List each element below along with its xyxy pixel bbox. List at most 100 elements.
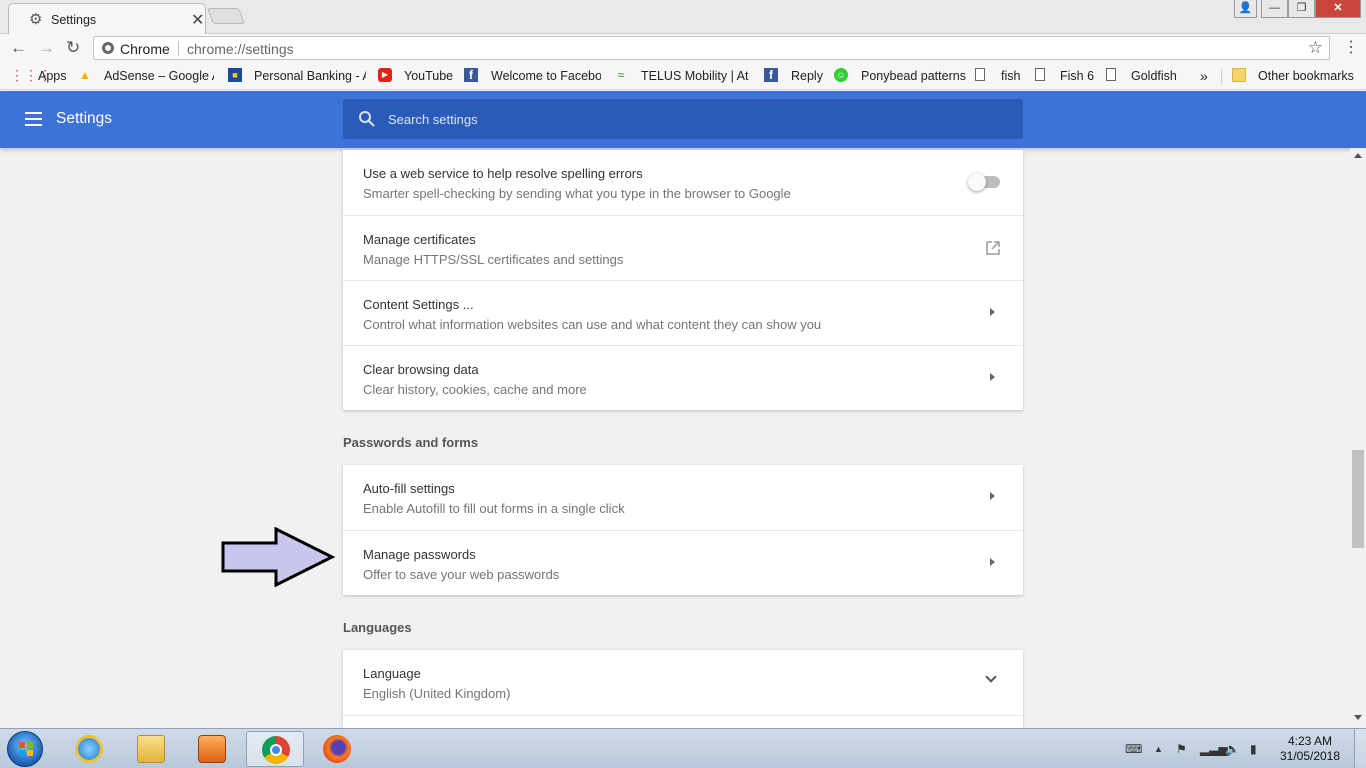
row-subtitle: Offer to save your web passwords [363, 567, 560, 582]
address-bar[interactable]: Chrome chrome://settings ☆ [93, 36, 1330, 60]
show-desktop-button[interactable] [1354, 729, 1366, 768]
manage-passwords-row[interactable]: Manage passwords Offer to save your web … [343, 530, 1023, 595]
chrome-menu-icon[interactable]: ⋮ [1343, 38, 1359, 58]
tab-settings[interactable]: ⚙ Settings ✕ [8, 3, 206, 34]
apps-grid-icon: ⋮⋮⋮ [10, 67, 52, 83]
bookmark-apps[interactable]: Apps [38, 67, 67, 85]
profile-button[interactable]: 👤 [1234, 0, 1257, 18]
row-title: Manage passwords [363, 547, 476, 562]
chevron-down-icon[interactable] [985, 671, 997, 683]
media-player-icon [198, 735, 226, 763]
toggle-knob [968, 173, 986, 191]
folder-icon [1232, 68, 1246, 82]
row-title: Clear browsing data [363, 362, 479, 377]
bookmark-adsense[interactable]: AdSense – Google A [104, 67, 214, 85]
row-title: Language [363, 666, 421, 681]
keyboard-icon[interactable]: ⌨ [1125, 742, 1142, 756]
row-subtitle: English (United Kingdom) [363, 686, 511, 701]
content-settings-row[interactable]: Content Settings ... Control what inform… [343, 280, 1023, 345]
row-title: Manage certificates [363, 232, 476, 247]
scroll-thumb[interactable] [1352, 450, 1364, 548]
spelling-service-toggle[interactable] [968, 173, 1000, 191]
internet-explorer-icon [75, 735, 103, 763]
volume-icon[interactable]: 🔈 [1225, 742, 1240, 756]
row-subtitle: Manage HTTPS/SSL certificates and settin… [363, 252, 624, 267]
taskbar-explorer[interactable] [122, 731, 180, 767]
page-icon [1106, 68, 1116, 81]
bookmark-goldfish[interactable]: Goldfish [1131, 67, 1177, 85]
bookmark-fish-6[interactable]: Fish 6 [1060, 67, 1094, 85]
arrow-right-icon [990, 308, 995, 316]
close-window-button[interactable]: ✕ [1315, 0, 1361, 18]
new-tab-button[interactable] [207, 8, 245, 24]
advanced-privacy-card: Use a web service to help resolve spelli… [343, 150, 1023, 410]
bank-icon: ■ [228, 68, 242, 82]
section-title-languages: Languages [343, 620, 412, 635]
network-signal-icon[interactable]: ▂▃▅ [1200, 742, 1228, 756]
next-row-partial [343, 715, 1023, 728]
security-chip-label[interactable]: Chrome [120, 41, 170, 57]
other-bookmarks[interactable]: Other bookmarks [1258, 67, 1354, 85]
taskbar-media-player[interactable] [183, 731, 241, 767]
bookmark-fish[interactable]: fish [1001, 67, 1020, 85]
external-link-icon[interactable] [985, 240, 1001, 256]
bookmarks-overflow-button[interactable]: » [1200, 67, 1208, 85]
section-title-passwords: Passwords and forms [343, 435, 479, 450]
row-subtitle: Clear history, cookies, cache and more [363, 382, 587, 397]
telus-icon: ≈ [617, 68, 625, 82]
row-title: Auto-fill settings [363, 481, 455, 496]
ponybead-icon: ☺ [834, 68, 848, 82]
search-input[interactable] [388, 99, 988, 139]
maximize-button[interactable]: ❐ [1288, 0, 1315, 18]
manage-certificates-row[interactable]: Manage certificates Manage HTTPS/SSL cer… [343, 215, 1023, 280]
taskbar-chrome[interactable] [246, 731, 304, 767]
url-text[interactable]: chrome://settings [187, 41, 294, 57]
firefox-icon [323, 735, 351, 763]
address-separator [178, 41, 179, 56]
taskbar-ie[interactable] [60, 731, 118, 767]
tray-expand-icon[interactable]: ▲ [1154, 742, 1163, 756]
chrome-icon [262, 736, 290, 764]
settings-header: Settings [0, 91, 1366, 148]
bookmark-reply[interactable]: Reply [791, 67, 823, 85]
reload-icon[interactable]: ↻ [66, 38, 80, 58]
bookmark-youtube[interactable]: YouTube [404, 67, 453, 85]
autofill-settings-row[interactable]: Auto-fill settings Enable Autofill to fi… [343, 465, 1023, 530]
bookmark-personal-banking[interactable]: Personal Banking - A [254, 67, 366, 85]
facebook-icon: f [764, 68, 778, 82]
tab-close-icon[interactable]: ✕ [191, 10, 204, 30]
bookmark-star-icon[interactable]: ☆ [1308, 38, 1323, 58]
menu-hamburger-icon[interactable] [25, 112, 42, 126]
bookmark-telus[interactable]: TELUS Mobility | At T [641, 67, 751, 85]
action-center-flag-icon[interactable]: ⚑ [1176, 742, 1187, 756]
system-clock[interactable]: 4:23 AM 31/05/2018 [1278, 734, 1342, 764]
bookmark-facebook[interactable]: Welcome to Facebo [491, 67, 601, 85]
gear-icon: ⚙ [29, 11, 43, 28]
clock-date: 31/05/2018 [1279, 749, 1341, 763]
taskbar-firefox[interactable] [308, 731, 366, 767]
minimize-button[interactable]: — [1261, 0, 1288, 18]
browser-toolbar: ← → ↻ Chrome chrome://settings ☆ ⋮ [0, 34, 1366, 62]
page-icon [1035, 68, 1045, 81]
tab-strip: ⚙ Settings ✕ 👤 — ❐ ✕ [0, 0, 1366, 34]
start-button[interactable] [7, 731, 43, 767]
language-row[interactable]: Language English (United Kingdom) [343, 650, 1023, 715]
chrome-icon [102, 42, 114, 54]
battery-icon[interactable]: ▮ [1250, 742, 1257, 756]
page-scrollbar[interactable] [1350, 148, 1366, 728]
search-box[interactable] [343, 99, 1023, 139]
scroll-down-icon[interactable] [1354, 715, 1362, 720]
bookmarks-separator [1221, 69, 1222, 84]
settings-content: Use a web service to help resolve spelli… [0, 148, 1350, 728]
row-title: Content Settings ... [363, 297, 474, 312]
scroll-up-icon[interactable] [1354, 153, 1362, 158]
forward-arrow-icon[interactable]: → [38, 38, 55, 58]
youtube-icon: ▶ [378, 68, 392, 82]
bookmark-ponybead[interactable]: Ponybead patterns [861, 67, 966, 85]
row-subtitle: Enable Autofill to fill out forms in a s… [363, 501, 625, 516]
folder-icon [137, 735, 165, 763]
spelling-service-row[interactable]: Use a web service to help resolve spelli… [343, 150, 1023, 215]
clear-browsing-data-row[interactable]: Clear browsing data Clear history, cooki… [343, 345, 1023, 410]
adsense-icon: ▲ [79, 68, 91, 82]
back-arrow-icon[interactable]: ← [10, 38, 27, 58]
